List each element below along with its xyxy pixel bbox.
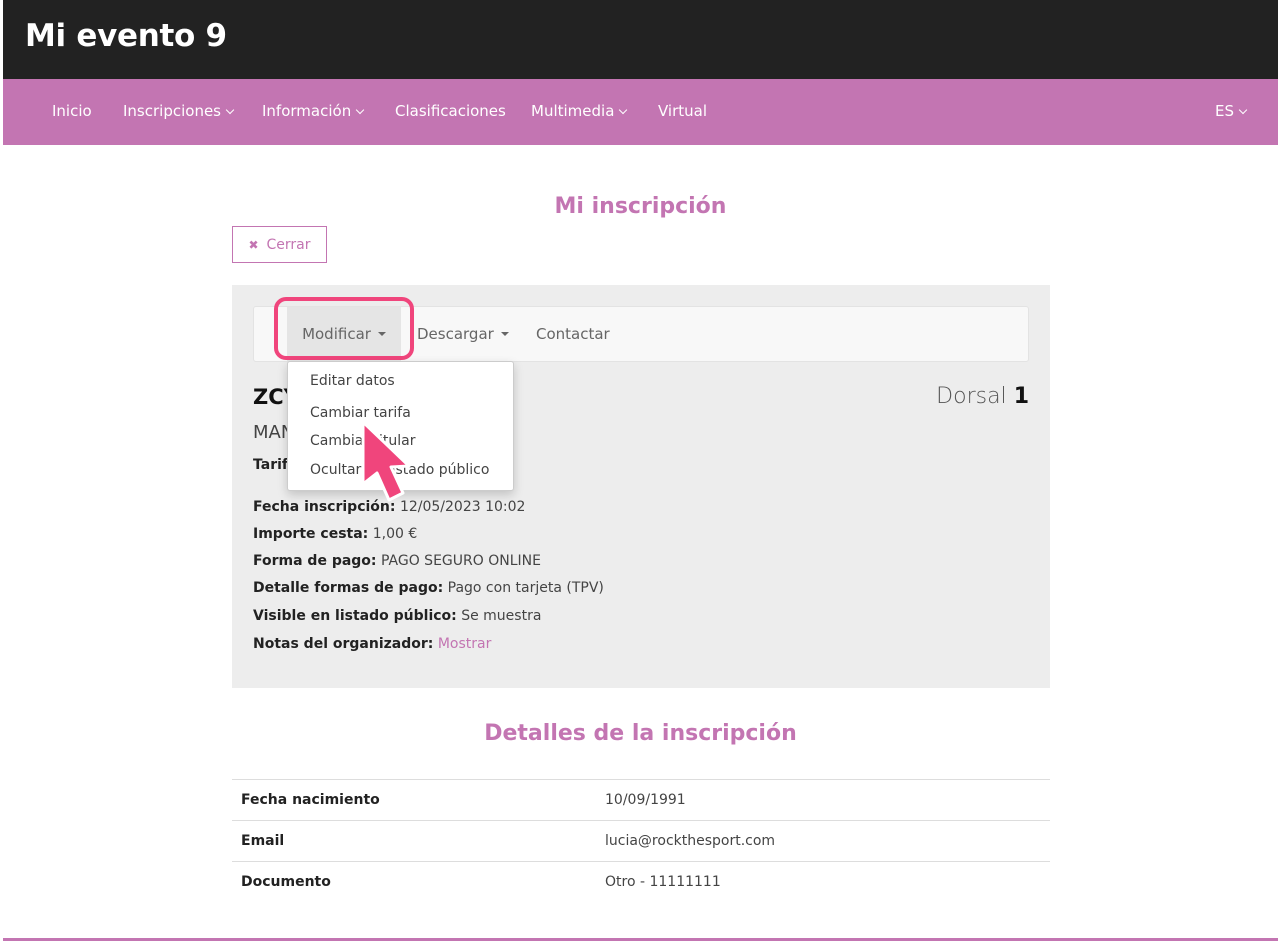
info-importe-cesta: Importe cesta: 1,00 € [253, 526, 417, 542]
row-value: 10/09/1991 [605, 792, 686, 808]
nav-item-inscripciones[interactable]: Inscripciones [123, 102, 235, 120]
info-label: Importe cesta: [253, 526, 369, 542]
info-visible-listado: Visible en listado público: Se muestra [253, 608, 541, 624]
row-label: Email [241, 833, 285, 849]
details-title: Detalles de la inscripción [484, 721, 797, 746]
chevron-down-icon [355, 105, 365, 115]
row-label: Documento [241, 874, 331, 890]
close-icon: ✖ [248, 237, 259, 252]
info-value: Se muestra [461, 608, 542, 624]
close-button-label: Cerrar [266, 236, 311, 253]
nav-item-clasificaciones[interactable]: Clasificaciones [395, 102, 506, 120]
info-value: 12/05/2023 10:02 [399, 499, 526, 515]
nav-item-label: Información [262, 102, 352, 120]
menu-item-editar-datos[interactable]: Editar datos [310, 373, 395, 389]
info-detalle-pago: Detalle formas de pago: Pago con tarjeta… [253, 580, 604, 596]
close-button[interactable]: ✖ Cerrar [232, 226, 327, 263]
caret-down-icon [500, 332, 509, 336]
dorsal-number: 1 [1013, 384, 1029, 409]
table-row: Fecha nacimiento 10/09/1991 [232, 779, 1050, 820]
site-header: Mi evento 9 [3, 0, 1278, 79]
row-label: Fecha nacimiento [241, 792, 380, 808]
info-label: Detalle formas de pago: [253, 580, 444, 596]
nav-item-label: Multimedia [531, 102, 615, 120]
nav-item-label: Virtual [658, 102, 708, 120]
chevron-down-icon [619, 105, 628, 115]
chevron-down-icon [225, 105, 235, 115]
table-row: Email lucia@rockthesport.com [232, 820, 1050, 861]
table-row: Documento Otro - 11111111 [232, 861, 1050, 902]
nav-item-label: Inscripciones [123, 102, 221, 120]
info-notas-organizador: Notas del organizador: Mostrar [253, 636, 491, 652]
chevron-down-icon [1238, 105, 1248, 115]
nav-item-label: Clasificaciones [395, 102, 506, 120]
language-selector[interactable]: ES [1215, 102, 1248, 120]
nav-item-informacion[interactable]: Información [262, 102, 365, 120]
info-label: Notas del organizador: [253, 636, 434, 652]
row-value: Otro - 11111111 [605, 874, 721, 890]
info-value: Pago con tarjeta (TPV) [447, 580, 604, 596]
dorsal-label: Dorsal [936, 384, 1007, 409]
descargar-button[interactable]: Descargar [417, 307, 509, 361]
info-label: Visible en listado público: [253, 608, 457, 624]
pointer-cursor-icon [361, 420, 411, 502]
info-forma-pago: Forma de pago: PAGO SEGURO ONLINE [253, 553, 541, 569]
mostrar-link[interactable]: Mostrar [438, 636, 492, 652]
row-value: lucia@rockthesport.com [605, 833, 776, 849]
info-value: PAGO SEGURO ONLINE [380, 553, 541, 569]
page-title: Mi inscripción [554, 194, 727, 219]
contactar-label: Contactar [536, 325, 610, 343]
nav-item-inicio[interactable]: Inicio [52, 102, 92, 120]
nav-item-multimedia[interactable]: Multimedia [531, 102, 628, 120]
info-label: Forma de pago: [253, 553, 377, 569]
descargar-label: Descargar [417, 325, 494, 343]
info-value: 1,00 € [372, 526, 418, 542]
nav-item-label: Inicio [52, 102, 92, 120]
page-frame: Mi evento 9 Inicio Inscripciones Informa… [3, 0, 1278, 941]
nav-item-virtual[interactable]: Virtual [658, 102, 707, 120]
language-label: ES [1215, 102, 1234, 120]
highlight-outline [274, 297, 414, 360]
site-title[interactable]: Mi evento 9 [25, 18, 227, 54]
contactar-button[interactable]: Contactar [536, 307, 610, 361]
dorsal: Dorsal 1 [936, 384, 1029, 409]
main-nav: Inicio Inscripciones Información Clasifi… [3, 79, 1278, 145]
details-table: Fecha nacimiento 10/09/1991 Email lucia@… [232, 779, 1050, 902]
